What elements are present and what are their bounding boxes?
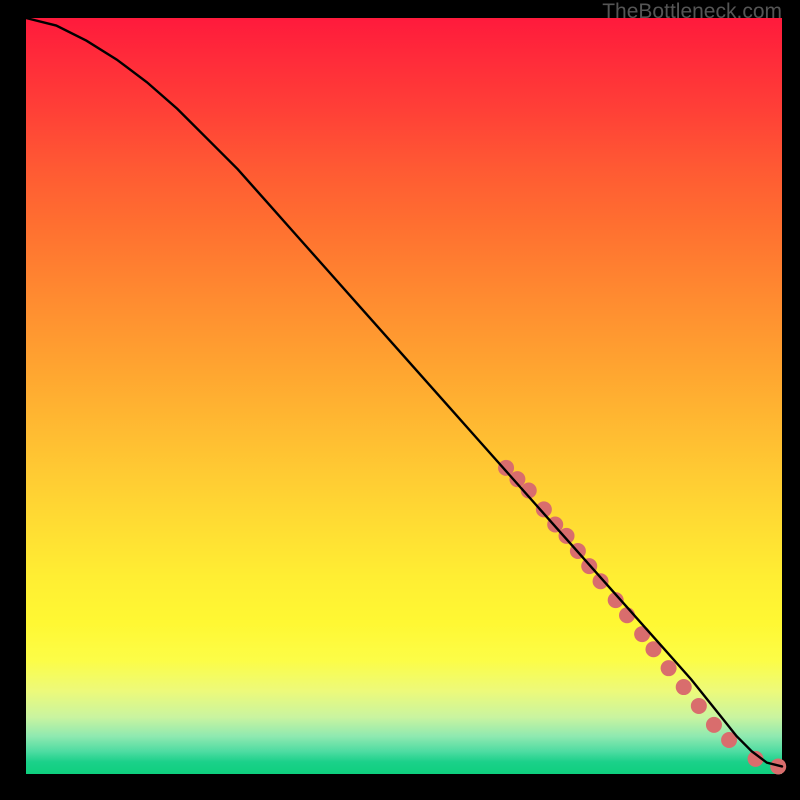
marker-group xyxy=(498,460,786,775)
bottleneck-curve xyxy=(26,18,782,766)
data-marker xyxy=(498,460,514,476)
plot-area xyxy=(26,18,782,774)
attribution-text: TheBottleneck.com xyxy=(602,0,782,24)
data-marker xyxy=(559,528,575,544)
chart-stage: TheBottleneck.com xyxy=(0,0,800,800)
data-marker xyxy=(691,698,707,714)
data-marker xyxy=(593,573,609,589)
curve-layer xyxy=(26,18,782,774)
data-marker xyxy=(706,717,722,733)
data-marker xyxy=(676,679,692,695)
data-marker xyxy=(634,626,650,642)
data-marker xyxy=(661,660,677,676)
